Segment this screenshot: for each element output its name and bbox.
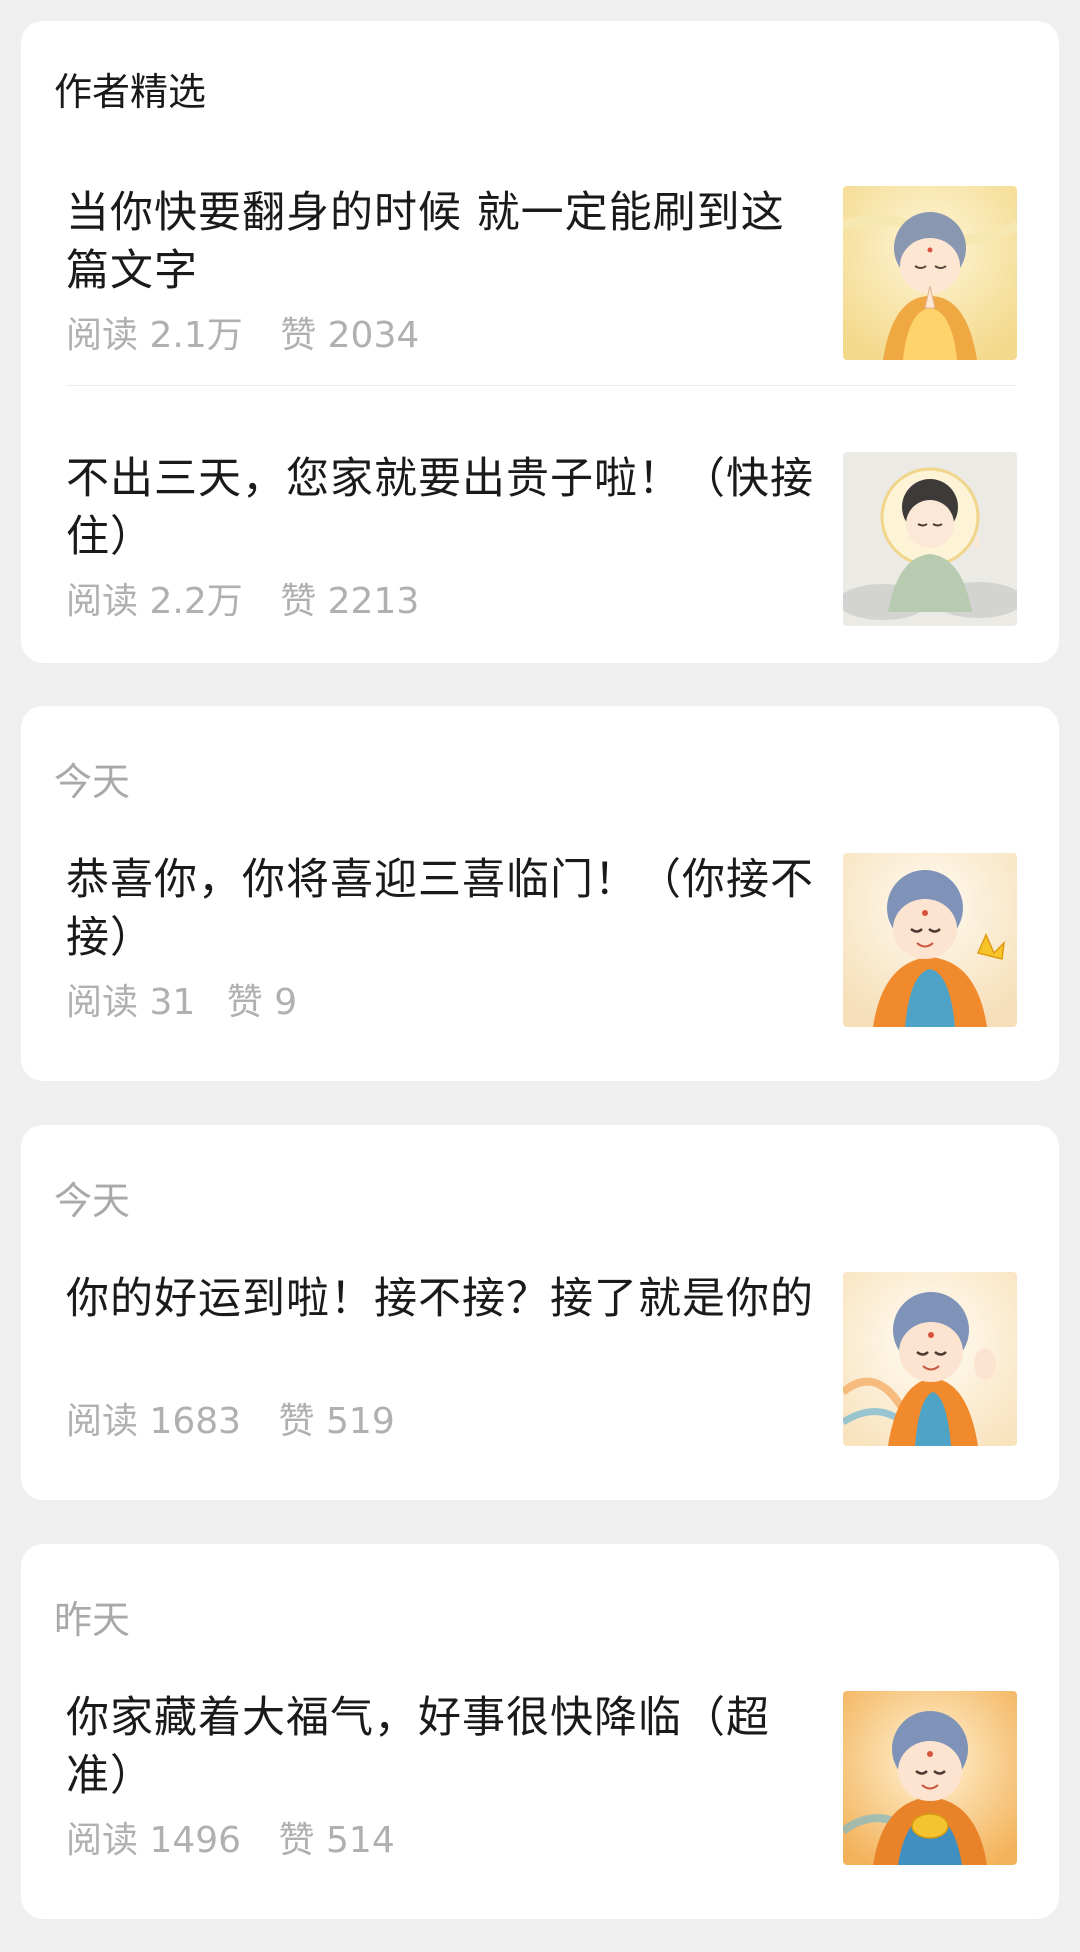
reads-count: 2.2万 xyxy=(149,581,243,622)
reads-label: 阅读 xyxy=(66,581,139,622)
article-item[interactable]: 不出三天，您家就要出贵子啦！（快接住） 阅读 2.2万 赞 2213 xyxy=(21,450,1059,626)
buddha-with-treasure-icon[interactable] xyxy=(843,1691,1017,1865)
featured-card: 作者精选 当你快要翻身的时候 就一定能刷到这篇文字 阅读 2.1万 赞 2034 xyxy=(21,21,1059,663)
meditating-buddha-icon[interactable] xyxy=(843,452,1017,626)
reads-count: 1496 xyxy=(149,1820,242,1861)
likes-label: 赞 xyxy=(280,581,317,622)
praying-child-buddha-icon[interactable] xyxy=(843,186,1017,360)
date-header: 今天 xyxy=(54,1179,131,1223)
article-item[interactable]: 你家藏着大福气，好事很快降临（超准） 阅读 1496 赞 514 xyxy=(21,1689,1059,1865)
reads-label: 阅读 xyxy=(66,1820,139,1861)
date-card: 今天 你的好运到啦！接不接？接了就是你的 阅读 1683 赞 519 xyxy=(21,1125,1059,1500)
reads-count: 2.1万 xyxy=(149,315,243,356)
reads-count: 1683 xyxy=(149,1401,242,1442)
article-item[interactable]: 当你快要翻身的时候 就一定能刷到这篇文字 阅读 2.1万 赞 2034 xyxy=(21,184,1059,360)
reads-label: 阅读 xyxy=(66,982,139,1023)
waving-buddha-icon[interactable] xyxy=(843,1272,1017,1446)
article-title[interactable]: 恭喜你，你将喜迎三喜临门！（你接不接） xyxy=(66,851,826,967)
featured-header: 作者精选 xyxy=(54,70,207,114)
likes-count: 519 xyxy=(326,1401,395,1442)
article-meta: 阅读 1496 赞 514 xyxy=(66,1819,395,1863)
reads-label: 阅读 xyxy=(66,1401,139,1442)
article-meta: 阅读 1683 赞 519 xyxy=(66,1400,395,1444)
article-title[interactable]: 当你快要翻身的时候 就一定能刷到这篇文字 xyxy=(66,184,826,300)
likes-label: 赞 xyxy=(278,1401,315,1442)
date-card: 昨天 你家藏着大福气，好事很快降临（超准） 阅读 1496 赞 514 xyxy=(21,1544,1059,1919)
article-meta: 阅读 31 赞 9 xyxy=(66,981,297,1025)
date-header: 今天 xyxy=(54,760,131,804)
article-title[interactable]: 你家藏着大福气，好事很快降临（超准） xyxy=(66,1689,826,1805)
article-item[interactable]: 恭喜你，你将喜迎三喜临门！（你接不接） 阅读 31 赞 9 xyxy=(21,851,1059,1027)
article-item[interactable]: 你的好运到啦！接不接？接了就是你的 阅读 1683 赞 519 xyxy=(21,1270,1059,1446)
likes-label: 赞 xyxy=(226,982,263,1023)
date-card: 今天 恭喜你，你将喜迎三喜临门！（你接不接） 阅读 31 赞 9 xyxy=(21,706,1059,1081)
likes-count: 9 xyxy=(274,982,298,1023)
divider xyxy=(66,385,1017,386)
likes-label: 赞 xyxy=(278,1820,315,1861)
article-meta: 阅读 2.1万 赞 2034 xyxy=(66,314,419,358)
article-meta: 阅读 2.2万 赞 2213 xyxy=(66,580,419,624)
buddha-with-lotus-icon[interactable] xyxy=(843,853,1017,1027)
reads-count: 31 xyxy=(149,982,196,1023)
reads-label: 阅读 xyxy=(66,315,139,356)
likes-label: 赞 xyxy=(280,315,317,356)
date-header: 昨天 xyxy=(54,1598,131,1642)
likes-count: 2034 xyxy=(327,315,420,356)
article-title[interactable]: 不出三天，您家就要出贵子啦！（快接住） xyxy=(66,450,826,566)
article-title[interactable]: 你的好运到啦！接不接？接了就是你的 xyxy=(66,1270,826,1328)
likes-count: 2213 xyxy=(327,581,420,622)
likes-count: 514 xyxy=(326,1820,395,1861)
